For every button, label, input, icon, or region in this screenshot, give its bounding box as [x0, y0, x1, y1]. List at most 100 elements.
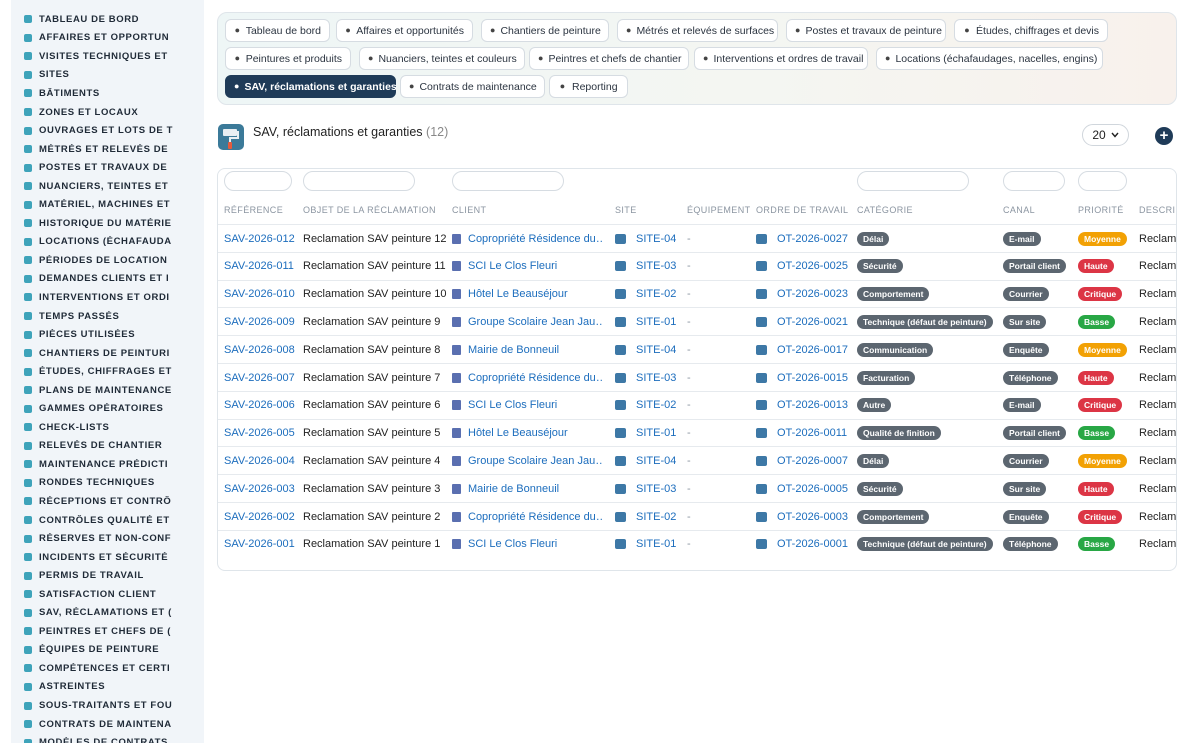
- sidebar-item[interactable]: ÉTUDES, CHIFFRAGES ET: [11, 362, 204, 381]
- sidebar-item[interactable]: CONTRÔLES QUALITÉ ET: [11, 511, 204, 530]
- column-filter-input[interactable]: [1078, 171, 1127, 191]
- sidebar-item[interactable]: MÉTRÉS ET RELEVÉS DE: [11, 140, 204, 159]
- column-filter-input[interactable]: [303, 171, 415, 191]
- reference-link[interactable]: SAV-2026-012: [224, 233, 295, 245]
- client-link[interactable]: Copropriété Résidence du…: [468, 233, 602, 245]
- client-link[interactable]: SCI Le Clos Fleuri: [468, 399, 557, 411]
- client-link[interactable]: Hôtel Le Beauséjour: [468, 288, 568, 300]
- sidebar-item[interactable]: CONTRATS DE MAINTENA: [11, 715, 204, 734]
- add-record-button[interactable]: +: [1155, 127, 1173, 145]
- tab[interactable]: ● Affaires et opportunités: [336, 19, 473, 42]
- tab[interactable]: ● Locations (échafaudages, nacelles, engi…: [876, 47, 1103, 70]
- tab[interactable]: ● Chantiers de peinture: [481, 19, 609, 42]
- site-link[interactable]: SITE-04: [636, 344, 676, 356]
- sidebar-item[interactable]: PIÈCES UTILISÉES: [11, 325, 204, 344]
- table-row[interactable]: SAV-2026-006 Reclamation SAV peinture 6 SC…: [218, 390, 1176, 419]
- site-link[interactable]: SITE-01: [636, 538, 676, 550]
- table-row[interactable]: SAV-2026-009 Reclamation SAV peinture 9 Gr…: [218, 307, 1176, 335]
- site-link[interactable]: SITE-02: [636, 399, 676, 411]
- tab[interactable]: ● Études, chiffrages et devis: [954, 19, 1108, 42]
- tab[interactable]: ● SAV, réclamations et garanties: [225, 75, 397, 98]
- work-order-link[interactable]: OT-2026-0013: [777, 399, 848, 411]
- table-row[interactable]: SAV-2026-005 Reclamation SAV peinture 5 Hô…: [218, 418, 1176, 447]
- reference-link[interactable]: SAV-2026-002: [224, 511, 295, 523]
- site-link[interactable]: SITE-04: [636, 455, 676, 467]
- column-header[interactable]: CANAL: [1003, 205, 1035, 215]
- site-link[interactable]: SITE-01: [636, 427, 676, 439]
- sidebar-item[interactable]: SATISFACTION CLIENT: [11, 585, 204, 604]
- tab[interactable]: ● Contrats de maintenance: [400, 75, 545, 98]
- reference-link[interactable]: SAV-2026-005: [224, 427, 295, 439]
- column-header[interactable]: RÉFÉRENCE: [224, 205, 283, 215]
- sidebar-item[interactable]: COMPÉTENCES ET CERTI: [11, 659, 204, 678]
- sidebar-item[interactable]: CHECK-LISTS: [11, 418, 204, 437]
- sidebar-item[interactable]: PERMIS DE TRAVAIL: [11, 566, 204, 585]
- column-header[interactable]: SITE: [615, 205, 637, 215]
- work-order-link[interactable]: OT-2026-0003: [777, 511, 848, 523]
- tab[interactable]: ● Interventions et ordres de travail: [694, 47, 868, 70]
- client-link[interactable]: Mairie de Bonneuil: [468, 344, 559, 356]
- site-link[interactable]: SITE-02: [636, 288, 676, 300]
- reference-link[interactable]: SAV-2026-003: [224, 483, 295, 495]
- reference-link[interactable]: SAV-2026-001: [224, 538, 295, 550]
- sidebar-item[interactable]: ASTREINTES: [11, 678, 204, 697]
- work-order-link[interactable]: OT-2026-0015: [777, 372, 848, 384]
- client-link[interactable]: SCI Le Clos Fleuri: [468, 538, 557, 550]
- work-order-link[interactable]: OT-2026-0027: [777, 233, 848, 245]
- sidebar-item[interactable]: MODÈLES DE CONTRATS: [11, 733, 204, 743]
- tab[interactable]: ● Nuanciers, teintes et couleurs: [359, 47, 525, 70]
- sidebar-item[interactable]: SITES: [11, 66, 204, 85]
- sidebar-item[interactable]: ZONES ET LOCAUX: [11, 103, 204, 122]
- sidebar-item[interactable]: PEINTRES ET CHEFS DE (: [11, 622, 204, 641]
- table-row[interactable]: SAV-2026-003 Reclamation SAV peinture 3 Ma…: [218, 474, 1176, 502]
- sidebar-item[interactable]: CHANTIERS DE PEINTURI: [11, 344, 204, 363]
- work-order-link[interactable]: OT-2026-0023: [777, 288, 848, 300]
- sidebar-item[interactable]: TABLEAU DE BORD: [11, 10, 204, 29]
- sidebar-item[interactable]: SOUS-TRAITANTS ET FOU: [11, 696, 204, 715]
- site-link[interactable]: SITE-04: [636, 233, 676, 245]
- sidebar-item[interactable]: POSTES ET TRAVAUX DE: [11, 158, 204, 177]
- column-filter-input[interactable]: [224, 171, 292, 191]
- work-order-link[interactable]: OT-2026-0025: [777, 260, 848, 272]
- column-header[interactable]: ÉQUIPEMENT: [687, 205, 751, 215]
- tab[interactable]: ● Peintures et produits: [225, 47, 351, 70]
- sidebar-item[interactable]: BÂTIMENTS: [11, 84, 204, 103]
- work-order-link[interactable]: OT-2026-0005: [777, 483, 848, 495]
- sidebar-item[interactable]: AFFAIRES ET OPPORTUN: [11, 29, 204, 48]
- column-filter-input[interactable]: [452, 171, 564, 191]
- table-row[interactable]: SAV-2026-008 Reclamation SAV peinture 8 Ma…: [218, 335, 1176, 363]
- table-row[interactable]: SAV-2026-012 Reclamation SAV peinture 12 C…: [218, 224, 1176, 252]
- table-row[interactable]: SAV-2026-004 Reclamation SAV peinture 4 Gr…: [218, 446, 1176, 474]
- site-link[interactable]: SITE-03: [636, 483, 676, 495]
- table-row[interactable]: SAV-2026-011 Reclamation SAV peinture 11 S…: [218, 251, 1176, 280]
- table-row[interactable]: SAV-2026-001 Reclamation SAV peinture 1 SC…: [218, 529, 1176, 558]
- column-header[interactable]: ORDRE DE TRAVAIL: [756, 205, 848, 215]
- sidebar-item[interactable]: DEMANDES CLIENTS ET I: [11, 270, 204, 289]
- tab[interactable]: ● Métrés et relevés de surfaces: [617, 19, 778, 42]
- client-link[interactable]: Hôtel Le Beauséjour: [468, 427, 568, 439]
- tab[interactable]: ● Postes et travaux de peinture: [786, 19, 946, 42]
- column-header[interactable]: DESCRIPTI: [1139, 205, 1176, 215]
- column-header[interactable]: PRIORITÉ: [1078, 205, 1124, 215]
- column-header[interactable]: CATÉGORIE: [857, 205, 913, 215]
- sidebar-item[interactable]: RELEVÉS DE CHANTIER: [11, 437, 204, 456]
- sidebar-item[interactable]: PÉRIODES DE LOCATION: [11, 251, 204, 270]
- site-link[interactable]: SITE-01: [636, 316, 676, 328]
- site-link[interactable]: SITE-03: [636, 372, 676, 384]
- sidebar-item[interactable]: RONDES TECHNIQUES: [11, 474, 204, 493]
- sidebar-item[interactable]: OUVRAGES ET LOTS DE T: [11, 121, 204, 140]
- site-link[interactable]: SITE-03: [636, 260, 676, 272]
- sidebar-item[interactable]: INCIDENTS ET SÉCURITÉ: [11, 548, 204, 567]
- client-link[interactable]: Groupe Scolaire Jean Jau…: [468, 455, 602, 467]
- sidebar-item[interactable]: PLANS DE MAINTENANCE: [11, 381, 204, 400]
- tab[interactable]: ● Peintres et chefs de chantier: [529, 47, 689, 70]
- reference-link[interactable]: SAV-2026-008: [224, 344, 295, 356]
- table-row[interactable]: SAV-2026-010 Reclamation SAV peinture 10 H…: [218, 279, 1176, 308]
- sidebar-item[interactable]: INTERVENTIONS ET ORDI: [11, 288, 204, 307]
- reference-link[interactable]: SAV-2026-011: [224, 260, 294, 272]
- work-order-link[interactable]: OT-2026-0021: [777, 316, 848, 328]
- sidebar-item[interactable]: SAV, RÉCLAMATIONS ET (: [11, 604, 204, 623]
- client-link[interactable]: SCI Le Clos Fleuri: [468, 260, 557, 272]
- column-filter-input[interactable]: [857, 171, 969, 191]
- tab[interactable]: ● Tableau de bord: [225, 19, 330, 42]
